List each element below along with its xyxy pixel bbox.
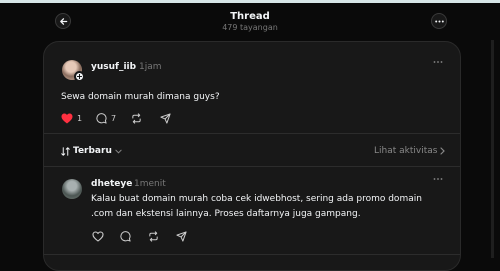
chevron-down-icon xyxy=(115,149,122,154)
comment-icon xyxy=(96,113,107,124)
reply-share-button[interactable] xyxy=(176,231,187,242)
post-more-button[interactable] xyxy=(433,60,443,64)
chevron-right-icon xyxy=(440,147,446,155)
reply-timestamp: 1menit xyxy=(134,179,166,189)
sort-icon xyxy=(61,146,70,156)
reply-text: Kalau buat domain murah coba cek idwebho… xyxy=(91,194,422,219)
reply-username[interactable]: dheteye xyxy=(91,179,132,189)
divider xyxy=(44,133,460,134)
share-icon xyxy=(160,113,171,124)
activity-label: Lihat aktivitas xyxy=(374,146,438,156)
page-title: Thread xyxy=(230,11,270,22)
post-text: Sewa domain murah dimana guys? xyxy=(61,92,220,102)
more-icon xyxy=(433,178,443,180)
sort-dropdown[interactable]: Terbaru xyxy=(61,146,122,156)
repost-icon xyxy=(149,231,158,242)
more-button[interactable] xyxy=(431,13,447,29)
thread-header: Thread 479 tayangan xyxy=(0,3,500,41)
comment-count: 7 xyxy=(111,114,117,123)
reply-more-button[interactable] xyxy=(433,177,443,181)
scrollbar[interactable] xyxy=(491,40,494,258)
sort-label: Terbaru xyxy=(73,146,112,156)
thread-card: + yusuf_iib 1jam Sewa domain murah diman… xyxy=(43,41,461,271)
view-count: 479 tayangan xyxy=(222,23,278,32)
post-timestamp: 1jam xyxy=(139,62,162,72)
avatar[interactable] xyxy=(62,179,82,199)
reply-like-button[interactable] xyxy=(92,231,104,242)
share-button[interactable] xyxy=(160,113,171,124)
more-icon xyxy=(434,20,444,22)
reply-repost-button[interactable] xyxy=(148,231,159,242)
repost-button[interactable] xyxy=(131,113,142,124)
comment-icon xyxy=(120,231,131,242)
comment-button[interactable]: 7 xyxy=(96,113,116,124)
heart-icon xyxy=(92,231,104,242)
heart-icon xyxy=(61,113,73,124)
reply-comment-button[interactable] xyxy=(120,231,131,242)
share-icon xyxy=(176,231,187,242)
more-icon xyxy=(433,61,443,63)
like-button[interactable]: 1 xyxy=(61,113,82,124)
repost-icon xyxy=(132,113,141,124)
divider xyxy=(44,254,460,255)
divider xyxy=(44,166,460,167)
like-count: 1 xyxy=(77,114,83,123)
follow-plus-icon[interactable]: + xyxy=(74,71,85,82)
view-activity-link[interactable]: Lihat aktivitas xyxy=(374,146,446,156)
post-username[interactable]: yusuf_iib xyxy=(91,62,136,72)
